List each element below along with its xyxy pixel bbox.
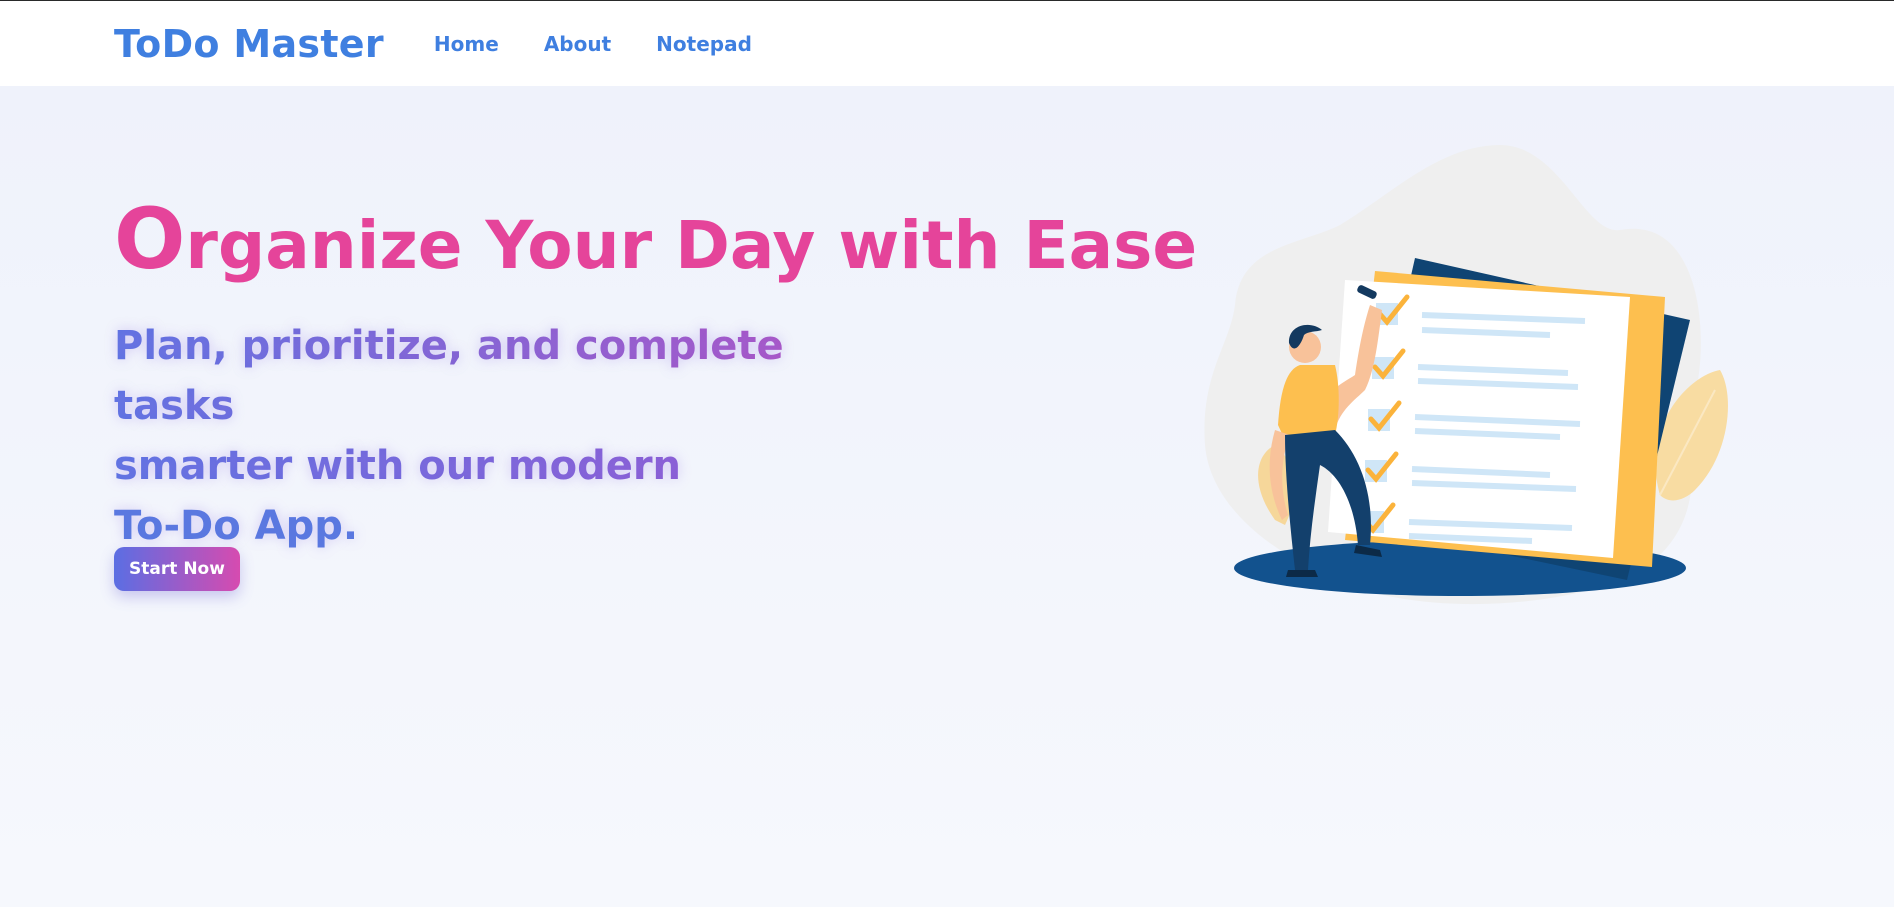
start-now-button[interactable]: Start Now <box>114 547 240 591</box>
hero-subtitle: Plan, prioritize, and complete tasks sma… <box>114 316 874 556</box>
subtitle-line-1: Plan, prioritize, and complete tasks <box>114 316 874 436</box>
person-shoe-left <box>1286 570 1318 577</box>
brand-logo[interactable]: ToDo Master <box>114 22 384 66</box>
headline-rest: rganize Your Day with Ease <box>185 207 1198 284</box>
hero-headline: Organize Your Day with Ease <box>114 189 1197 290</box>
checklist-person-illustration <box>1204 145 1728 605</box>
subtitle-line-2: smarter with our modern <box>114 436 874 496</box>
nav-link-notepad[interactable]: Notepad <box>656 32 752 56</box>
nav-link-about[interactable]: About <box>544 32 611 56</box>
top-navbar: ToDo Master Home About Notepad <box>0 1 1894 86</box>
headline-first-letter: O <box>114 190 186 288</box>
nav-link-home[interactable]: Home <box>434 32 499 56</box>
